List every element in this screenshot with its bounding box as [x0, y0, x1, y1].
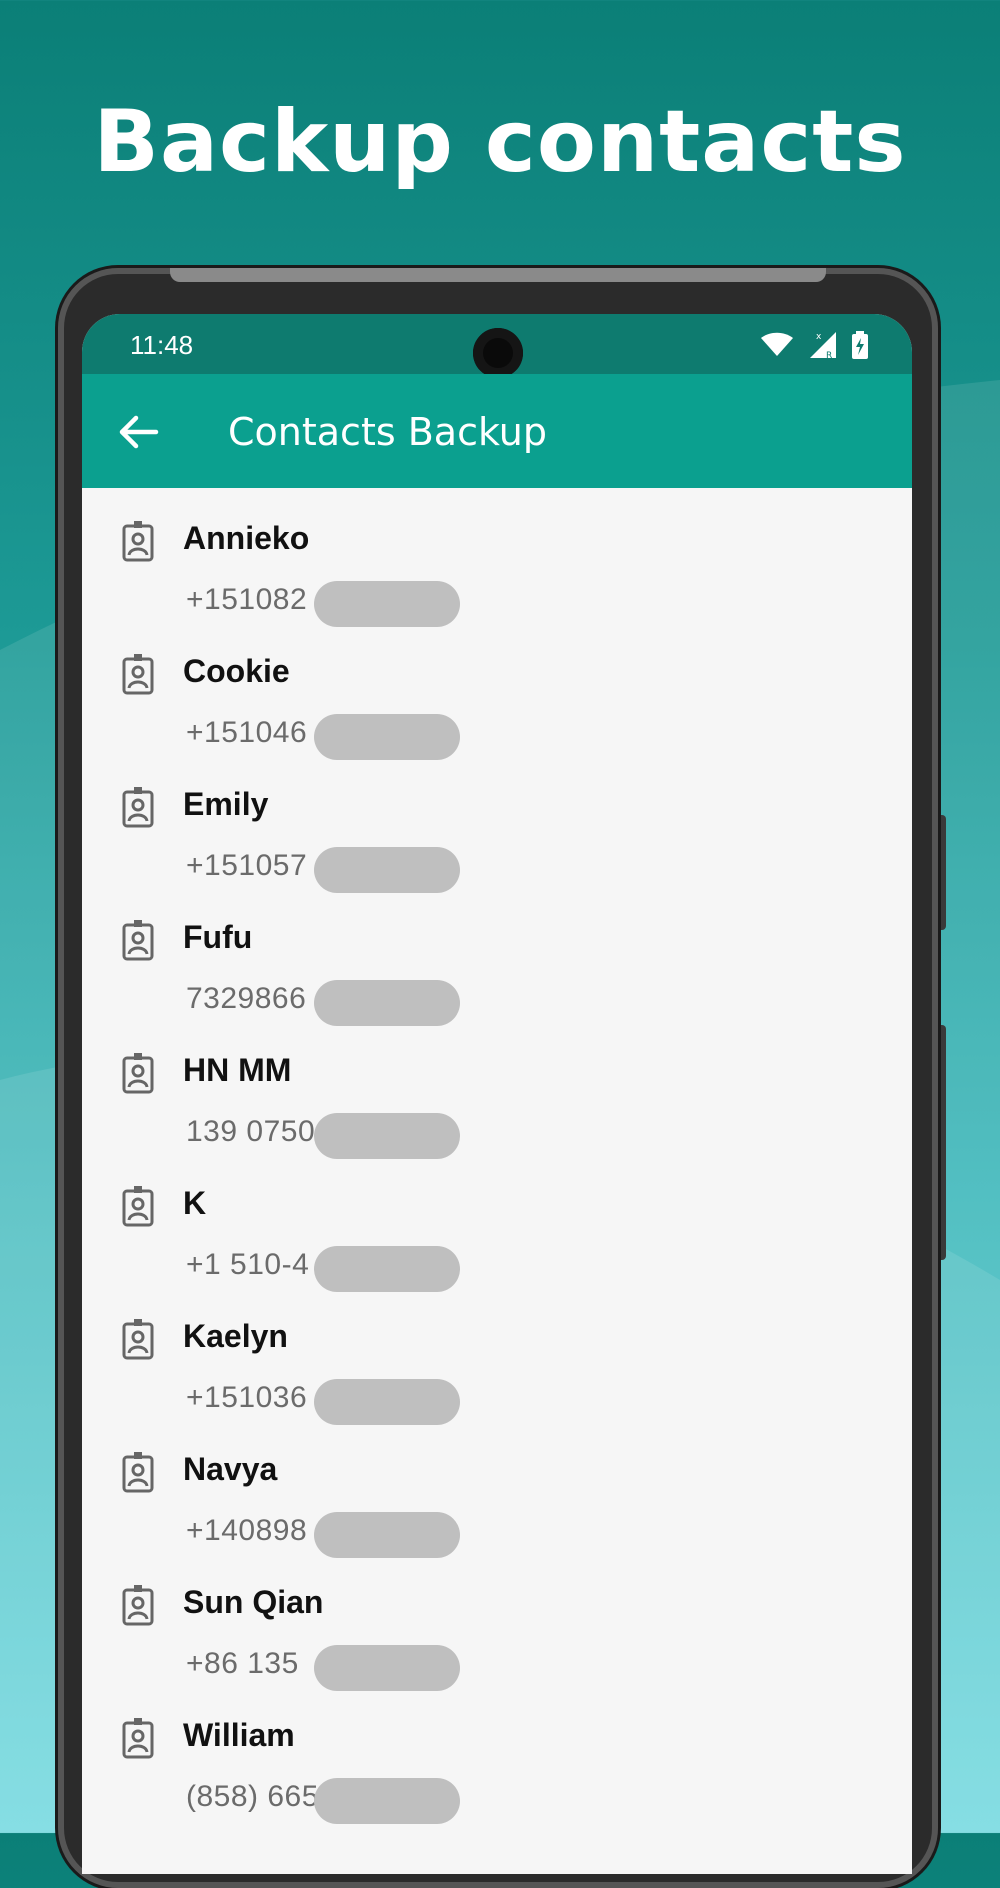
contact-phone: +86 135	[186, 1647, 299, 1680]
svg-text:R: R	[826, 351, 832, 360]
app-bar: Contacts Backup	[82, 374, 912, 488]
contact-item[interactable]: William (858) 665	[82, 1685, 912, 1824]
contact-name: Sun Qian	[183, 1584, 324, 1620]
contact-phone: +151082	[186, 583, 308, 616]
contact-name: William	[183, 1717, 295, 1753]
contact-item[interactable]: Fufu 7329866	[82, 887, 912, 1026]
status-icons: x R	[760, 330, 868, 360]
contact-card-icon	[122, 654, 154, 695]
contact-phone: 7329866	[186, 982, 307, 1015]
app-title: Contacts Backup	[228, 410, 548, 454]
contact-item[interactable]: Cookie +151046	[82, 621, 912, 760]
contact-phone: +151036	[186, 1381, 308, 1414]
status-bar: 11:48 x R	[82, 314, 912, 378]
contact-name: Navya	[183, 1451, 278, 1487]
contact-card-icon	[122, 1585, 154, 1626]
contact-item[interactable]: Annieko +151082	[82, 488, 912, 627]
contact-card-icon	[122, 1186, 154, 1227]
contact-item[interactable]: Navya +140898	[82, 1419, 912, 1558]
svg-text:x: x	[816, 332, 822, 342]
contact-card-icon	[122, 787, 154, 828]
contact-card-icon	[122, 521, 154, 562]
contact-name: Cookie	[183, 653, 290, 689]
battery-icon	[852, 331, 868, 359]
status-time: 11:48	[130, 330, 194, 360]
contact-item[interactable]: HN MM 139 0750	[82, 1020, 912, 1159]
promo-title: Backup contacts	[93, 92, 907, 192]
contact-phone: +1 510-4	[186, 1248, 310, 1281]
front-camera	[473, 328, 523, 378]
contact-name: Emily	[183, 786, 269, 822]
contact-phone: (858) 665	[186, 1780, 319, 1813]
contact-list[interactable]: Annieko +151082 Cookie +151046 Emily +15…	[82, 488, 912, 1824]
phone-top-edge	[170, 268, 826, 282]
contact-phone: +151046	[186, 716, 308, 749]
redaction-mask	[314, 1778, 460, 1824]
contact-name: K	[183, 1185, 207, 1221]
contact-card-icon	[122, 1718, 154, 1759]
wifi-icon	[761, 332, 793, 356]
contact-phone: +140898	[186, 1514, 308, 1547]
contact-card-icon	[122, 920, 154, 961]
contact-item[interactable]: Sun Qian +86 135	[82, 1552, 912, 1691]
contact-name: Kaelyn	[183, 1318, 288, 1354]
contact-name: HN MM	[183, 1052, 292, 1088]
contact-phone: +151057	[186, 849, 308, 882]
contact-card-icon	[122, 1319, 154, 1360]
contact-item[interactable]: Emily +151057	[82, 754, 912, 893]
phone-screen: 11:48 x R Contacts Backup Annieko +15108…	[82, 314, 912, 1874]
contact-name: Annieko	[183, 520, 310, 556]
back-arrow-icon[interactable]	[116, 410, 160, 454]
contact-phone: 139 0750	[186, 1115, 316, 1148]
contact-card-icon	[122, 1053, 154, 1094]
signal-icon: x R	[810, 332, 836, 360]
contact-name: Fufu	[183, 919, 253, 955]
contact-item[interactable]: K +1 510-4	[82, 1153, 912, 1292]
contact-card-icon	[122, 1452, 154, 1493]
contact-item[interactable]: Kaelyn +151036	[82, 1286, 912, 1425]
